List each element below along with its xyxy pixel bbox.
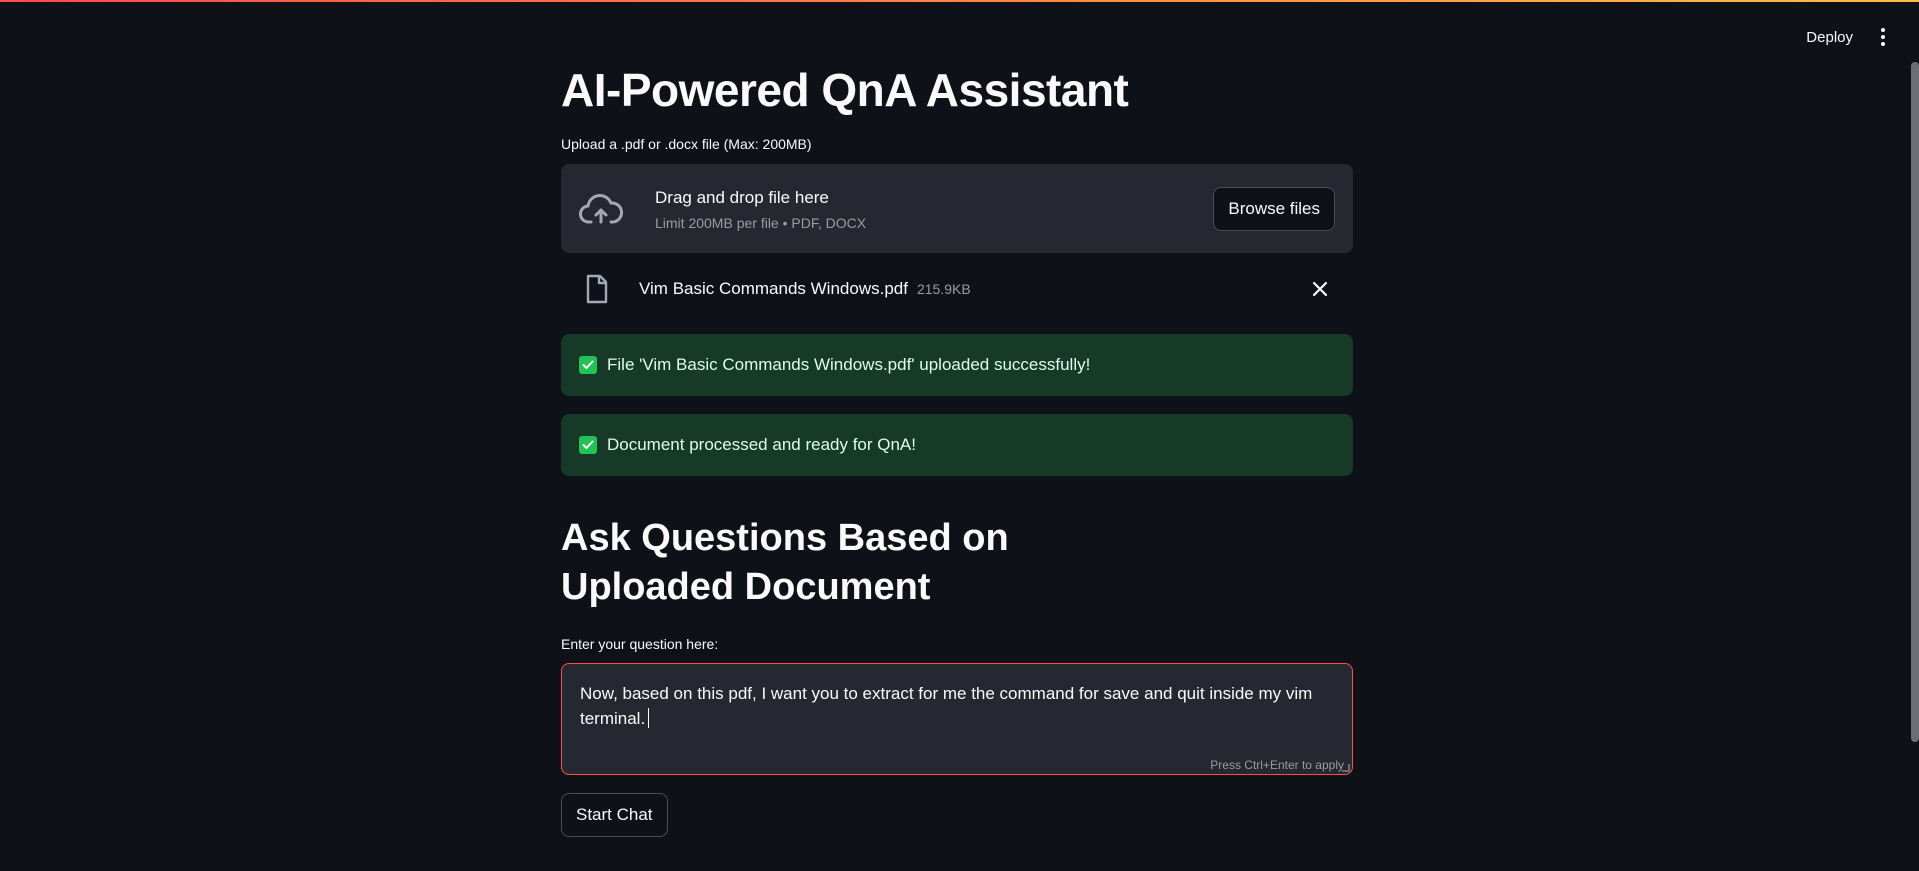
success-alert-upload: File 'Vim Basic Commands Windows.pdf' up… [561, 334, 1353, 396]
apply-hint: Press Ctrl+Enter to apply [1210, 758, 1344, 772]
check-box-icon [579, 356, 597, 374]
question-label: Enter your question here: [561, 636, 719, 652]
file-dropzone[interactable]: Drag and drop file here Limit 200MB per … [561, 164, 1353, 253]
dropzone-title: Drag and drop file here [655, 188, 829, 207]
text-caret [648, 708, 650, 728]
scrollbar[interactable] [1911, 62, 1919, 742]
uploaded-file-size: 215.9KB [916, 281, 971, 297]
file-icon [586, 274, 608, 304]
resize-handle-icon[interactable] [1342, 764, 1350, 772]
dropzone-text: Drag and drop file here Limit 200MB per … [655, 186, 1213, 231]
close-icon[interactable] [1311, 280, 1329, 298]
cloud-upload-icon [579, 193, 623, 223]
page-title: AI-Powered QnA Assistant [561, 64, 1129, 116]
browse-files-button[interactable]: Browse files [1213, 186, 1335, 231]
question-input-value[interactable]: Now, based on this pdf, I want you to ex… [562, 664, 1352, 731]
toolbar: Deploy [1806, 26, 1891, 48]
success-alert-processed: Document processed and ready for QnA! [561, 414, 1353, 476]
uploaded-file-name: Vim Basic Commands Windows.pdf [639, 279, 908, 298]
success-alert-text: Document processed and ready for QnA! [607, 435, 916, 454]
section-subheader: Ask Questions Based on Uploaded Document [561, 517, 1009, 608]
deploy-button[interactable]: Deploy [1806, 29, 1853, 46]
check-box-icon [579, 436, 597, 454]
main-content: AI-Powered QnA Assistant Upload a .pdf o… [561, 56, 1353, 837]
top-decoration-bar [0, 0, 1919, 2]
upload-label: Upload a .pdf or .docx file (Max: 200MB) [561, 136, 812, 152]
start-chat-button[interactable]: Start Chat [561, 793, 668, 837]
dropzone-subtitle: Limit 200MB per file • PDF, DOCX [655, 215, 867, 231]
question-text-content: Now, based on this pdf, I want you to ex… [580, 684, 1313, 728]
question-textarea[interactable]: Now, based on this pdf, I want you to ex… [561, 663, 1353, 775]
success-alert-text: File 'Vim Basic Commands Windows.pdf' up… [607, 355, 1091, 374]
uploaded-file-row: Vim Basic Commands Windows.pdf 215.9KB [561, 266, 1353, 312]
kebab-menu-icon[interactable] [1875, 26, 1891, 48]
